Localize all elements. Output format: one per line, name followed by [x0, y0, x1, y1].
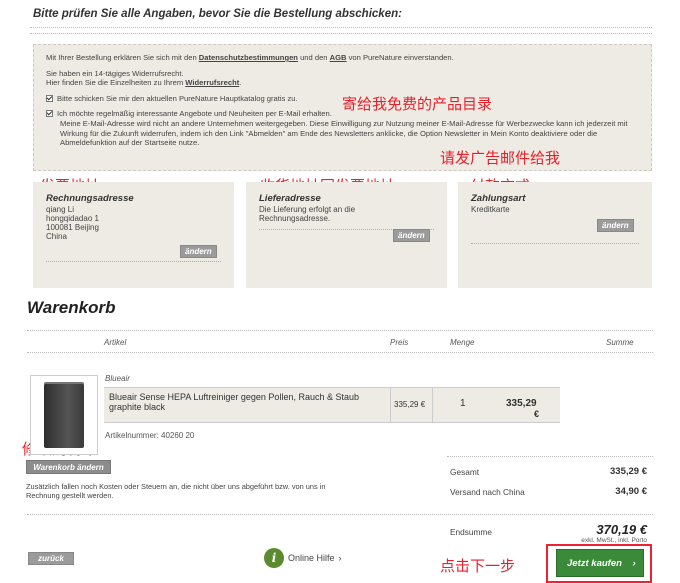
shipping-text: Die Lieferung erfolgt an die Rechnungsad…	[259, 205, 356, 223]
product-image[interactable]	[30, 375, 98, 455]
column-price: Preis	[390, 338, 409, 347]
shipping-edit-button[interactable]: ändern	[393, 229, 430, 242]
table-row: Blueair Sense HEPA Luftreiniger gegen Po…	[104, 387, 560, 423]
product-article-number: Artikelnummer: 40260 20	[105, 431, 195, 440]
tax-note: Zusätzlich fallen noch Kosten oder Steue…	[26, 482, 326, 500]
back-button[interactable]: zurück	[28, 552, 74, 565]
cart-title: Warenkorb	[27, 298, 116, 317]
payment-edit-button[interactable]: ändern	[597, 219, 634, 232]
divider	[30, 27, 652, 28]
product-qty: 1	[460, 398, 466, 409]
shipping-cost-label: Versand nach China	[450, 487, 525, 497]
product-sum-currency: €	[534, 409, 540, 419]
billing-address-box: Rechnungsadresse qiang Li hongqidadao 1 …	[33, 182, 234, 288]
product-name: Blueair Sense HEPA Luftreiniger gegen Po…	[109, 392, 359, 412]
grand-total-value: 370,19 €	[596, 522, 647, 537]
agb-link[interactable]: AGB	[330, 53, 347, 62]
column-qty: Menge	[450, 338, 475, 347]
column-article: Artikel	[104, 338, 127, 347]
payment-method: Kreditkarte	[471, 205, 510, 214]
privacy-link[interactable]: Datenschutzbestimmungen	[199, 53, 298, 62]
online-help-label: Online Hilfe	[288, 553, 335, 563]
shipping-cost-value: 34,90 €	[615, 486, 647, 497]
newsletter-detail: Meine E-Mail-Adresse wird nicht an ander…	[60, 118, 628, 148]
billing-name: qiang Li	[46, 205, 75, 214]
withdrawal-details: Hier finden Sie die Einzelheiten zu Ihre…	[46, 78, 242, 88]
chevron-right-icon: ›	[632, 558, 636, 569]
catalog-checkbox[interactable]	[46, 94, 53, 102]
grand-total-label: Endsumme	[450, 527, 492, 537]
newsletter-checkbox[interactable]	[46, 110, 53, 118]
billing-edit-button[interactable]: ändern	[180, 245, 217, 258]
page-title: Bitte prüfen Sie alle Angaben, bevor Sie…	[33, 8, 402, 20]
billing-country: China	[46, 232, 67, 241]
buy-now-label: Jetzt kaufen	[567, 558, 622, 569]
billing-street: hongqidadao 1	[46, 214, 99, 223]
subtotal-value: 335,29 €	[610, 466, 647, 477]
terms-consent-text: Mit Ihrer Bestellung erklären Sie sich m…	[46, 53, 454, 62]
shipping-title: Lieferadresse	[259, 193, 321, 204]
divider	[27, 352, 653, 353]
subtotal-label: Gesamt	[450, 467, 480, 477]
divider	[447, 456, 653, 457]
divider	[27, 514, 653, 515]
product-brand: Blueair	[105, 374, 130, 383]
divider	[30, 33, 652, 34]
grand-total-note: exkl. MwSt., inkl. Porto	[581, 537, 647, 544]
withdrawal-link[interactable]: Widerrufsrecht	[185, 78, 239, 87]
info-icon: i	[264, 548, 284, 568]
product-sum: 335,29	[506, 398, 537, 409]
annotation-catalog: 寄给我免费的产品目录	[342, 95, 493, 113]
edit-cart-button[interactable]: Warenkorb ändern	[26, 460, 111, 474]
chevron-right-icon: ›	[338, 553, 342, 563]
payment-title: Zahlungsart	[471, 193, 526, 204]
buy-now-button[interactable]: Jetzt kaufen ›	[556, 549, 644, 577]
product-price: 335,29 €	[394, 400, 426, 409]
divider	[27, 330, 653, 331]
online-help-link[interactable]: i Online Hilfe ›	[264, 548, 342, 568]
column-sum: Summe	[606, 338, 634, 347]
withdrawal-text: Sie haben ein 14-tägiges Widerrufsrecht.	[46, 68, 184, 78]
annotation-next-step: 点击下一步	[440, 557, 516, 575]
billing-title: Rechnungsadresse	[46, 193, 134, 204]
billing-city: 100081 Beijing	[46, 223, 99, 232]
payment-box: Zahlungsart Kreditkarte	[458, 182, 652, 288]
annotation-newsletter: 请发广告邮件给我	[440, 149, 561, 167]
